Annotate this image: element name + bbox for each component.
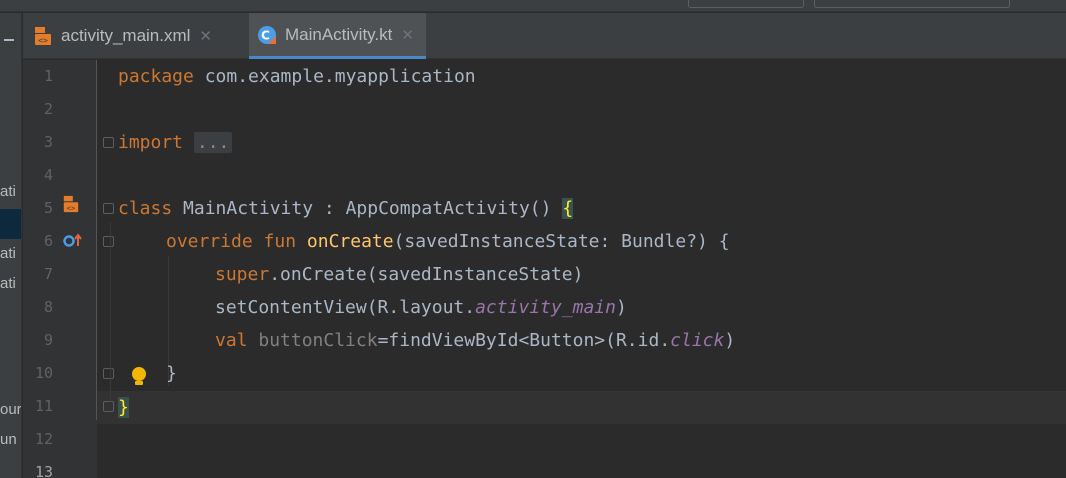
code-line-10[interactable]: setContentView(R.layout.activity_main) bbox=[215, 291, 627, 324]
run-config-selector[interactable] bbox=[688, 0, 804, 8]
line-number: 4 bbox=[43, 166, 53, 184]
line-number: 13 bbox=[34, 463, 53, 478]
fold-toggle-icon[interactable] bbox=[103, 401, 114, 412]
tab-label: activity_main.xml bbox=[61, 26, 191, 45]
xml-layout-icon: <> bbox=[33, 26, 53, 46]
tab-mainactivity-kt[interactable]: C MainActivity.kt ✕ bbox=[249, 13, 426, 59]
project-panel: ati ati ati our un bbox=[0, 13, 22, 478]
line-number: 5 bbox=[43, 199, 53, 217]
line-number: 7 bbox=[43, 265, 53, 283]
close-icon[interactable]: ✕ bbox=[401, 26, 414, 44]
resource-reference: activity_main bbox=[475, 297, 616, 318]
code-line-7[interactable]: class MainActivity : AppCompatActivity()… bbox=[118, 192, 574, 225]
line-number: 1 bbox=[43, 67, 53, 85]
code-text: =findViewById<Button>(R.id. bbox=[377, 330, 671, 351]
fold-toggle-icon[interactable] bbox=[103, 368, 114, 379]
keyword: package bbox=[118, 66, 194, 87]
collapse-icon[interactable] bbox=[4, 39, 14, 41]
keyword: import bbox=[118, 132, 184, 153]
line-number: 3 bbox=[43, 133, 53, 151]
code-text: ) bbox=[724, 330, 736, 351]
device-selector[interactable] bbox=[814, 0, 1010, 8]
project-tree-item[interactable]: ati bbox=[0, 275, 16, 292]
toolbar-strip bbox=[0, 0, 1066, 12]
keyword: super bbox=[215, 264, 270, 285]
line-number: 6 bbox=[43, 232, 53, 250]
line-number: 12 bbox=[34, 430, 53, 448]
code-text: ) bbox=[615, 297, 627, 318]
fold-toggle-icon[interactable] bbox=[103, 203, 114, 214]
folded-imports[interactable]: ... bbox=[193, 132, 233, 153]
line-number: 2 bbox=[43, 100, 53, 118]
project-tree-selected-row[interactable] bbox=[0, 209, 21, 239]
keyword: class bbox=[118, 198, 173, 219]
close-icon[interactable]: ✕ bbox=[199, 27, 212, 45]
code-text: setContentView(R.layout. bbox=[215, 297, 476, 318]
code-text: com.example.myapplication bbox=[193, 66, 476, 87]
tab-activity-main-xml[interactable]: <> activity_main.xml ✕ bbox=[33, 13, 212, 59]
editor-tabs: <> activity_main.xml ✕ C MainActivity.kt… bbox=[23, 13, 1066, 59]
code-text: } bbox=[166, 363, 177, 384]
svg-text:<>: <> bbox=[67, 203, 76, 212]
unused-variable: buttonClick bbox=[247, 330, 378, 351]
current-line-highlight bbox=[97, 391, 1066, 424]
keyword: val bbox=[215, 330, 248, 351]
lightbulb-icon[interactable] bbox=[130, 366, 148, 392]
gutter-separator bbox=[96, 60, 97, 420]
code-line-9[interactable]: super.onCreate(savedInstanceState) bbox=[215, 258, 583, 291]
line-number: 9 bbox=[43, 331, 53, 349]
line-number: 11 bbox=[34, 397, 53, 415]
keyword: override fun bbox=[166, 231, 297, 252]
svg-text:<>: <> bbox=[38, 36, 48, 45]
fold-toggle-icon[interactable] bbox=[103, 137, 114, 148]
code-line-12[interactable]: } bbox=[166, 357, 177, 390]
fold-toggle-icon[interactable] bbox=[103, 236, 114, 247]
code-line-3[interactable]: import ... bbox=[118, 126, 233, 159]
code-line-1[interactable]: package com.example.myapplication bbox=[118, 60, 476, 93]
code-text: MainActivity : AppCompatActivity() bbox=[172, 198, 563, 219]
kotlin-class-icon: C bbox=[257, 25, 277, 45]
matched-brace: } bbox=[118, 397, 129, 418]
svg-text:C: C bbox=[261, 28, 270, 42]
code-text: (savedInstanceState: Bundle?) { bbox=[393, 231, 730, 252]
indent-guide bbox=[110, 222, 111, 402]
code-line-11[interactable]: val buttonClick=findViewById<Button>(R.i… bbox=[215, 324, 735, 357]
code-text: .onCreate(savedInstanceState) bbox=[269, 264, 584, 285]
project-tree-item[interactable]: ati bbox=[0, 183, 16, 200]
tab-label: MainActivity.kt bbox=[285, 24, 393, 44]
override-method-icon[interactable] bbox=[63, 232, 83, 252]
line-number: 8 bbox=[43, 298, 53, 316]
layout-gutter-icon[interactable]: <> bbox=[62, 195, 80, 217]
code-line-13[interactable]: } bbox=[118, 391, 129, 424]
project-tree-item[interactable]: un bbox=[0, 431, 17, 448]
function-name: onCreate bbox=[306, 231, 394, 252]
resource-reference: click bbox=[670, 330, 725, 351]
project-tree-item[interactable]: our bbox=[0, 401, 21, 418]
project-tree-item[interactable]: ati bbox=[0, 245, 16, 262]
line-number: 10 bbox=[34, 364, 53, 382]
code-line-8[interactable]: override fun onCreate(savedInstanceState… bbox=[166, 225, 730, 258]
matched-brace: { bbox=[562, 198, 574, 219]
